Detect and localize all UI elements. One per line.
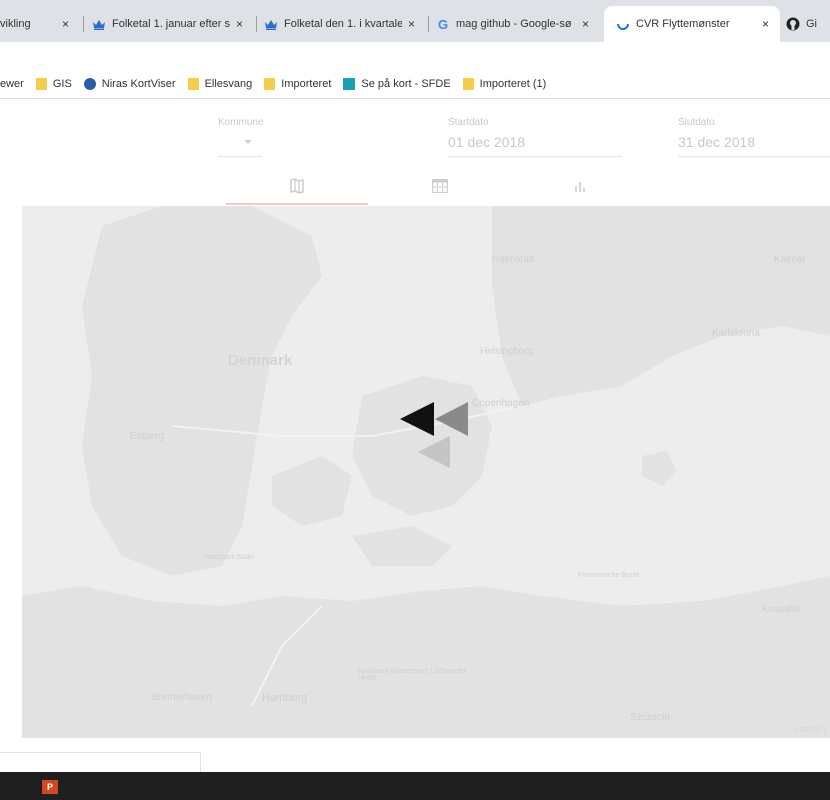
google-icon: G [437, 16, 449, 32]
tab-chart-view[interactable] [565, 174, 595, 198]
bookmark-label: ewer [0, 78, 24, 90]
browser-tab-strip: vikling × Folketal 1. januar efter sc × … [0, 0, 830, 42]
loading-arrows-icon [400, 402, 468, 468]
close-icon[interactable]: × [762, 17, 769, 31]
github-icon [786, 17, 800, 31]
bookmark-label: Importeret [281, 78, 332, 90]
bookmark-niras[interactable]: Niras KortViser [83, 78, 176, 90]
browser-tab[interactable]: vikling × [0, 6, 84, 42]
view-tabs [0, 170, 830, 206]
kommune-underline [218, 156, 262, 157]
bookmark-label: Niras KortViser [101, 78, 176, 90]
map-basemap [22, 206, 830, 738]
crown-icon [92, 17, 106, 31]
map-label-naturpark-schweriner: Naturpark Nossentiner / Schwinzer Heide [358, 668, 467, 682]
map-label-koszalin: Koszalin [762, 604, 800, 615]
tab-title: Folketal 1. januar efter sc [112, 18, 230, 30]
table-icon [432, 179, 448, 193]
loading-spinner-icon [616, 17, 630, 31]
map-label-naturpark-sudel: Naturpark Südel [204, 554, 255, 561]
map-label-karlskrona: Karlskrona [712, 328, 760, 339]
taskbar [0, 772, 830, 800]
sfde-icon [343, 78, 356, 90]
browser-tab[interactable]: G mag github - Google-sø × [436, 6, 601, 42]
bookmarks-bar: ewer GIS Niras KortViser Ellesvang Impor… [0, 70, 830, 99]
map-label-hamburg: Hamburg [262, 692, 308, 704]
bookmark-label: Se på kort - SFDE [361, 78, 451, 90]
kommune-select[interactable] [218, 132, 262, 154]
tab-separator [256, 16, 257, 32]
tab-title: CVR Flyttemønster [636, 18, 730, 30]
map-label-copenhagen: Copenhagen [472, 398, 530, 409]
tab-map-view[interactable] [282, 174, 312, 198]
close-icon[interactable]: × [408, 17, 415, 31]
close-icon[interactable]: × [582, 17, 589, 31]
map-label-helsingborg: Helsingborg [480, 346, 534, 357]
bookmark-item[interactable]: ewer [0, 78, 24, 90]
close-icon[interactable]: × [62, 17, 69, 31]
tab-title: vikling [0, 18, 31, 30]
powerpoint-icon[interactable]: P [42, 780, 58, 794]
niras-icon [83, 78, 96, 90]
browser-tab[interactable]: Folketal 1. januar efter sc × [92, 6, 257, 42]
close-icon[interactable]: × [236, 17, 243, 31]
address-bar-area [0, 42, 830, 70]
leaflet-attribution[interactable]: Leaflet | [794, 724, 826, 734]
slutdato-label: Slutdato [678, 117, 715, 128]
map-label-pommersche-bucht: Pommersche Bucht [578, 572, 640, 579]
browser-tab[interactable]: Gi [786, 6, 830, 42]
tab-separator [428, 16, 429, 32]
tab-title: mag github - Google-sø [456, 18, 572, 30]
active-tab-indicator [226, 203, 368, 205]
tab-title: Gi [806, 18, 817, 30]
bookmark-label: Ellesvang [204, 78, 253, 90]
map-label-bremerhaven: Bremerhaven [152, 692, 213, 703]
tab-table-view[interactable] [425, 174, 455, 198]
bar-chart-icon [575, 182, 585, 192]
chevron-down-icon [244, 140, 252, 144]
slutdato-underline [678, 156, 830, 157]
bookmark-ellesvang[interactable]: Ellesvang [187, 78, 253, 90]
bookmark-sfde[interactable]: Se på kort - SFDE [343, 78, 451, 90]
folder-icon [264, 78, 276, 90]
map-label-halmstad: Halmstad [492, 254, 535, 265]
folder-icon [462, 78, 474, 90]
map-label-szczecin: Szczecin [630, 712, 671, 723]
map-icon [290, 178, 304, 194]
browser-tab[interactable]: Folketal den 1. i kvartalet × [264, 6, 429, 42]
map-label-kalmar: Kalmar [774, 254, 806, 265]
folder-icon [187, 78, 199, 90]
crown-icon [264, 17, 278, 31]
bookmark-importeret-1[interactable]: Importeret (1) [462, 78, 547, 90]
startdato-label: Startdato [448, 117, 489, 128]
bookmark-importeret[interactable]: Importeret [264, 78, 331, 90]
folder-icon [35, 78, 47, 90]
slutdato-input[interactable]: 31 dec 2018 [678, 134, 755, 150]
startdato-underline [448, 156, 622, 157]
tab-title: Folketal den 1. i kvartalet [284, 18, 402, 30]
bookmark-label: GIS [52, 78, 72, 90]
startdato-input[interactable]: 01 dec 2018 [448, 134, 525, 150]
bookmark-label: Importeret (1) [479, 78, 547, 90]
browser-tab-active[interactable]: CVR Flyttemønster × [604, 6, 780, 42]
kommune-label: Kommune [218, 117, 264, 128]
bookmark-gis[interactable]: GIS [35, 78, 72, 90]
map-label-esbjerg: Esbjerg [130, 431, 164, 442]
map-label-denmark: Denmark [228, 352, 293, 369]
map-container[interactable]: Denmark Halmstad Helsingborg Copenhagen … [22, 206, 830, 738]
tab-separator [83, 16, 84, 32]
